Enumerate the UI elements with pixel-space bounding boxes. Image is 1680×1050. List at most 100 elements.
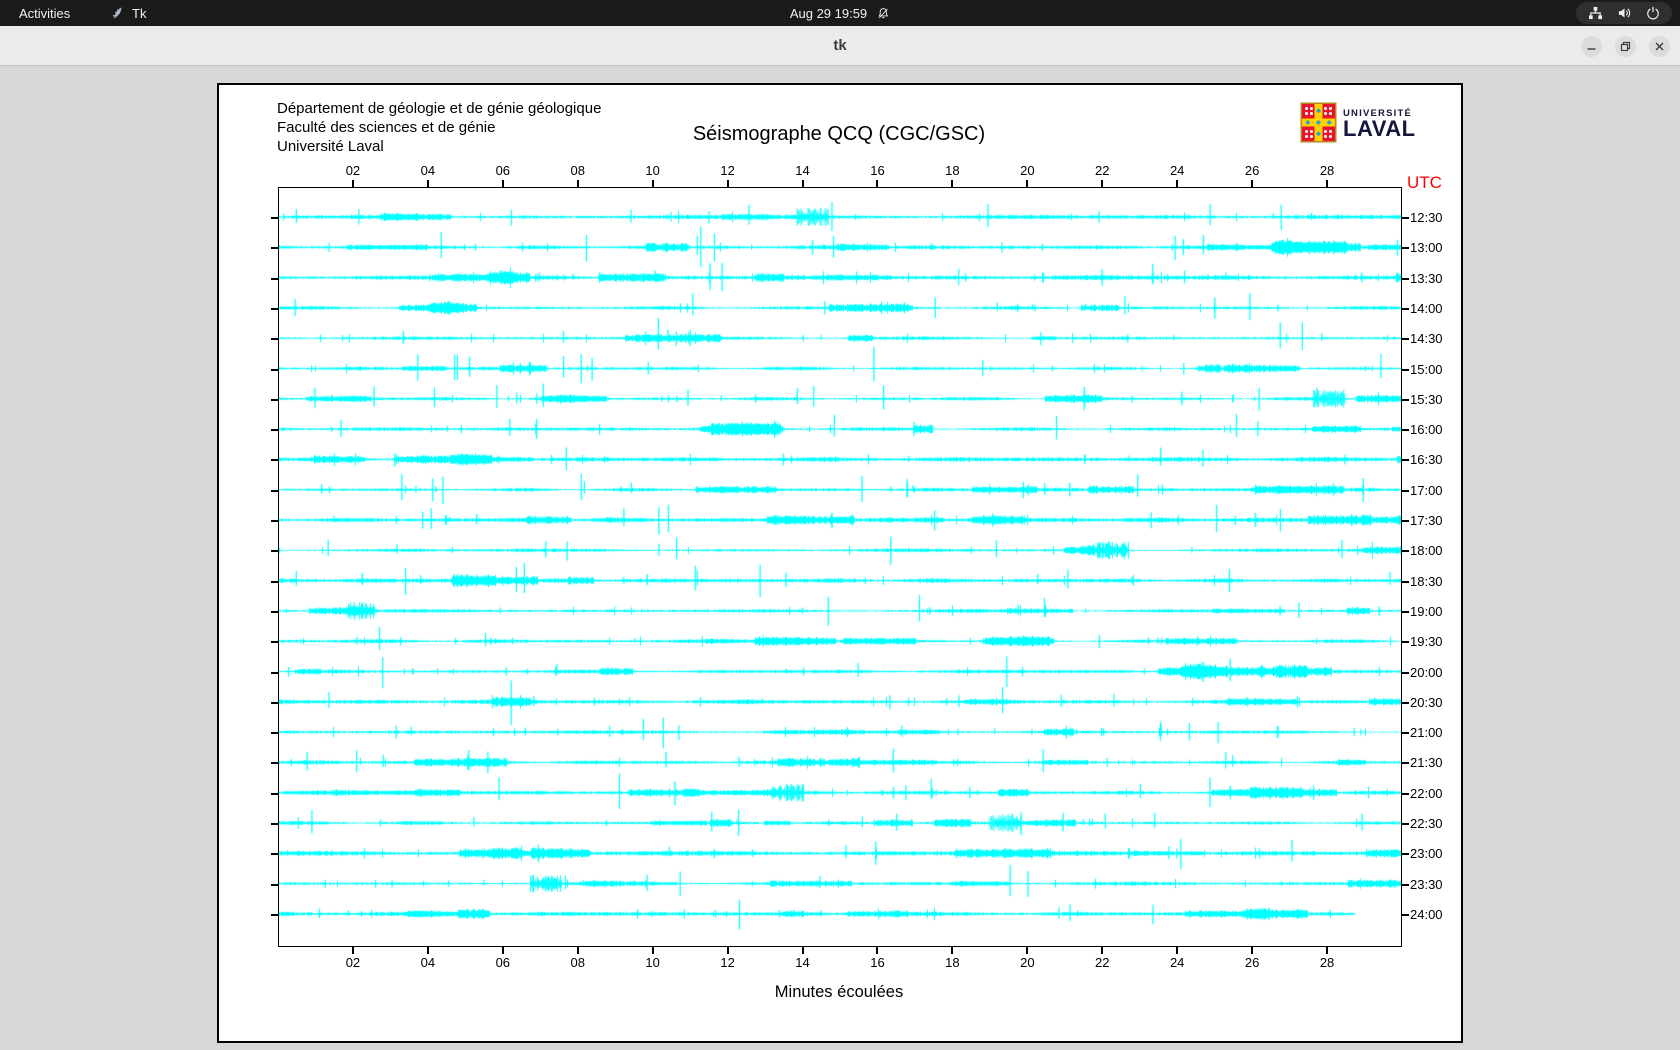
- row-tick-right: [1402, 429, 1409, 431]
- x-tick-label-top: 24: [1157, 163, 1197, 178]
- row-tick-right: [1402, 793, 1409, 795]
- row-tick-left: [271, 884, 278, 886]
- row-tick-left: [271, 247, 278, 249]
- row-tick-left: [271, 823, 278, 825]
- row-tick-right: [1402, 914, 1409, 916]
- x-tick-label-top: 06: [483, 163, 523, 178]
- x-tick-label-top: 08: [558, 163, 598, 178]
- x-tick-label-top: 04: [408, 163, 448, 178]
- app-indicator[interactable]: Tk: [102, 0, 154, 26]
- utc-time-label: 23:30: [1410, 877, 1443, 892]
- row-tick-left: [271, 702, 278, 704]
- utc-time-label: 19:30: [1410, 634, 1443, 649]
- address-line-1: Département de géologie et de génie géol…: [277, 99, 601, 118]
- x-tick-label-top: 12: [708, 163, 748, 178]
- row-tick-right: [1402, 247, 1409, 249]
- clock-button[interactable]: Aug 29 19:59: [780, 0, 900, 26]
- utc-time-label: 24:00: [1410, 907, 1443, 922]
- x-axis-title: Minutes écoulées: [278, 983, 1400, 1002]
- x-tick-top: [427, 180, 429, 187]
- row-tick-left: [271, 732, 278, 734]
- utc-time-label: 13:30: [1410, 271, 1443, 286]
- x-tick-label-top: 16: [857, 163, 897, 178]
- row-tick-right: [1402, 338, 1409, 340]
- row-tick-right: [1402, 399, 1409, 401]
- row-tick-right: [1402, 581, 1409, 583]
- row-tick-left: [271, 520, 278, 522]
- minimize-button[interactable]: [1581, 36, 1602, 57]
- tk-feather-icon: [110, 6, 125, 21]
- row-tick-right: [1402, 459, 1409, 461]
- gnome-top-bar: Activities Tk Aug 29 19:59: [0, 0, 1680, 26]
- row-tick-right: [1402, 369, 1409, 371]
- row-tick-right: [1402, 520, 1409, 522]
- volume-icon: [1617, 6, 1632, 20]
- row-tick-right: [1402, 702, 1409, 704]
- window-controls: [1581, 26, 1670, 66]
- x-tick-label-bottom: 14: [783, 955, 823, 970]
- utc-time-label: 14:00: [1410, 301, 1443, 316]
- row-tick-left: [271, 641, 278, 643]
- x-tick-label-top: 02: [333, 163, 373, 178]
- plot-title: Séismographe QCQ (CGC/GSC): [278, 123, 1400, 146]
- row-tick-right: [1402, 853, 1409, 855]
- row-tick-right: [1402, 611, 1409, 613]
- window-title-bar[interactable]: tk: [0, 26, 1680, 66]
- x-tick-label-bottom: 12: [708, 955, 748, 970]
- seismogram-traces: [279, 188, 1401, 946]
- x-tick-bottom: [876, 947, 878, 954]
- x-tick-bottom: [951, 947, 953, 954]
- x-tick-top: [502, 180, 504, 187]
- x-tick-bottom: [427, 947, 429, 954]
- activities-button[interactable]: Activities: [10, 0, 79, 26]
- x-tick-bottom: [802, 947, 804, 954]
- utc-time-label: 21:00: [1410, 725, 1443, 740]
- row-tick-left: [271, 550, 278, 552]
- close-button[interactable]: [1649, 36, 1670, 57]
- x-tick-top: [1251, 180, 1253, 187]
- row-tick-left: [271, 459, 278, 461]
- row-tick-right: [1402, 278, 1409, 280]
- utc-time-label: 13:00: [1410, 240, 1443, 255]
- clock-text: Aug 29 19:59: [790, 6, 867, 21]
- x-tick-label-top: 18: [932, 163, 972, 178]
- laval-shield-icon: [1300, 102, 1337, 148]
- utc-axis-title: UTC: [1407, 173, 1442, 193]
- x-tick-top: [577, 180, 579, 187]
- x-tick-top: [876, 180, 878, 187]
- row-tick-left: [271, 914, 278, 916]
- x-tick-bottom: [577, 947, 579, 954]
- x-tick-label-top: 26: [1232, 163, 1272, 178]
- maximize-button[interactable]: [1615, 36, 1636, 57]
- row-tick-right: [1402, 550, 1409, 552]
- utc-time-label: 23:00: [1410, 846, 1443, 861]
- x-tick-top: [1326, 180, 1328, 187]
- x-tick-top: [802, 180, 804, 187]
- desktop-screen: Activities Tk Aug 29 19:59: [0, 0, 1680, 1050]
- row-tick-left: [271, 278, 278, 280]
- x-tick-top: [1026, 180, 1028, 187]
- row-tick-left: [271, 490, 278, 492]
- row-tick-left: [271, 369, 278, 371]
- x-tick-bottom: [502, 947, 504, 954]
- utc-time-label: 16:00: [1410, 422, 1443, 437]
- utc-time-label: 21:30: [1410, 755, 1443, 770]
- row-tick-left: [271, 853, 278, 855]
- system-tray[interactable]: [1576, 2, 1672, 24]
- row-tick-right: [1402, 490, 1409, 492]
- x-tick-label-top: 28: [1307, 163, 1347, 178]
- x-tick-bottom: [1176, 947, 1178, 954]
- utc-time-label: 22:30: [1410, 816, 1443, 831]
- x-tick-label-bottom: 18: [932, 955, 972, 970]
- x-tick-label-bottom: 06: [483, 955, 523, 970]
- row-tick-right: [1402, 641, 1409, 643]
- row-tick-left: [271, 429, 278, 431]
- x-tick-label-bottom: 08: [558, 955, 598, 970]
- x-tick-top: [1176, 180, 1178, 187]
- row-tick-right: [1402, 308, 1409, 310]
- app-indicator-label: Tk: [132, 6, 146, 21]
- x-tick-bottom: [652, 947, 654, 954]
- utc-time-label: 19:00: [1410, 604, 1443, 619]
- x-tick-label-bottom: 28: [1307, 955, 1347, 970]
- x-tick-top: [1101, 180, 1103, 187]
